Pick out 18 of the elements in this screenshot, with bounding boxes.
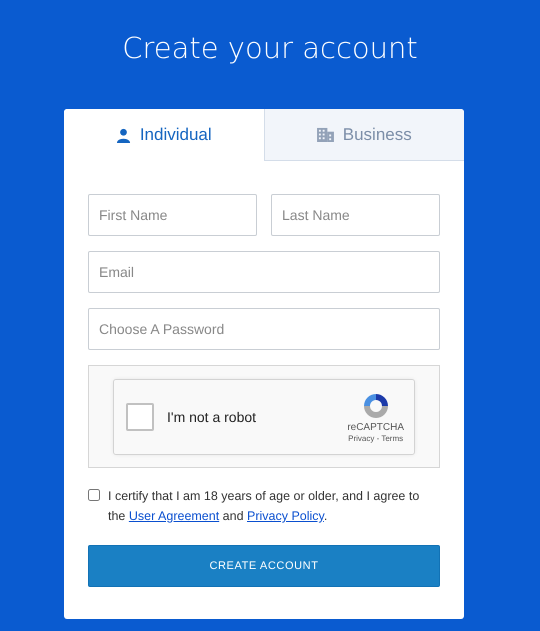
name-field[interactable]: First Name <box>88 194 257 236</box>
user-agreement-link[interactable]: User Agreement <box>128 509 220 523</box>
privacy-link[interactable]: Privacy <box>348 434 374 442</box>
captcha-checkbox[interactable] <box>126 402 154 430</box>
recaptcha-brand: reCAPTCHA <box>347 422 404 432</box>
create-account-button[interactable]: CREATE ACCOUNT <box>88 545 440 587</box>
agreement-checkbox[interactable] <box>88 489 100 501</box>
input-field[interactable]: Email <box>88 251 440 293</box>
captcha-label: I'm not a robot <box>167 408 258 424</box>
building-icon <box>316 127 334 142</box>
page-title: Create your account <box>121 30 419 66</box>
agreement-text: I certify that I am 18 years of age or older, and I agree to the User Agreement and Privacy Policy. <box>108 488 420 525</box>
person-icon <box>116 128 131 142</box>
privacy-policy-link[interactable]: Privacy Policy <box>247 509 324 523</box>
link-separator: - <box>376 434 380 442</box>
terms-link[interactable]: Terms <box>381 434 404 442</box>
input-field[interactable]: Choose A Password <box>88 308 440 350</box>
name-field[interactable]: Last Name <box>271 194 440 236</box>
